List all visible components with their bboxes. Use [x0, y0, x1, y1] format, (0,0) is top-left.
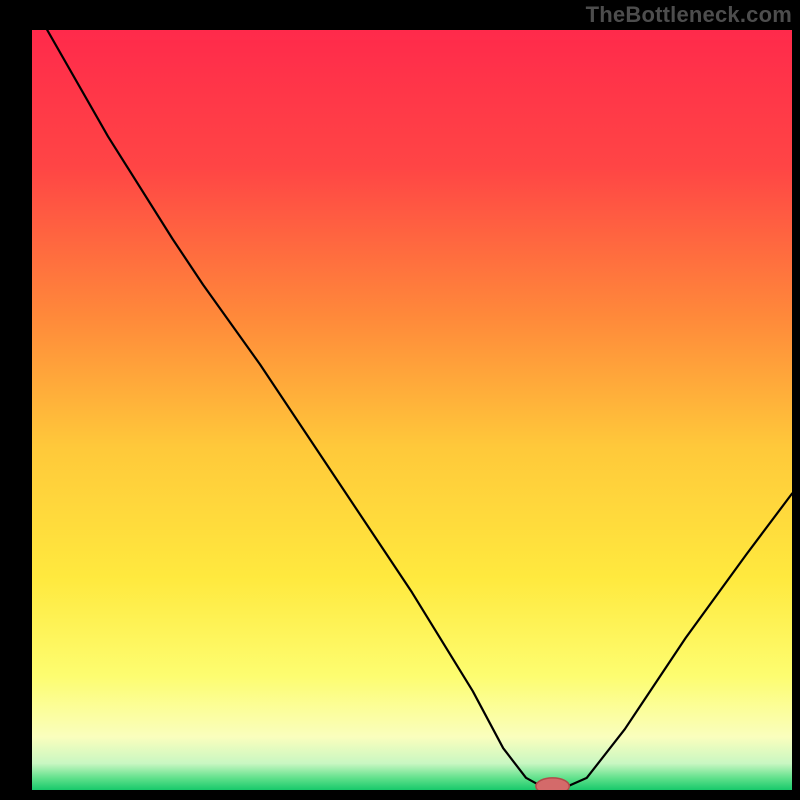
watermark-text: TheBottleneck.com	[586, 2, 792, 28]
plot-background	[32, 30, 792, 790]
chart-frame: TheBottleneck.com	[0, 0, 800, 800]
optimal-marker	[536, 778, 569, 795]
bottleneck-chart	[0, 0, 800, 800]
